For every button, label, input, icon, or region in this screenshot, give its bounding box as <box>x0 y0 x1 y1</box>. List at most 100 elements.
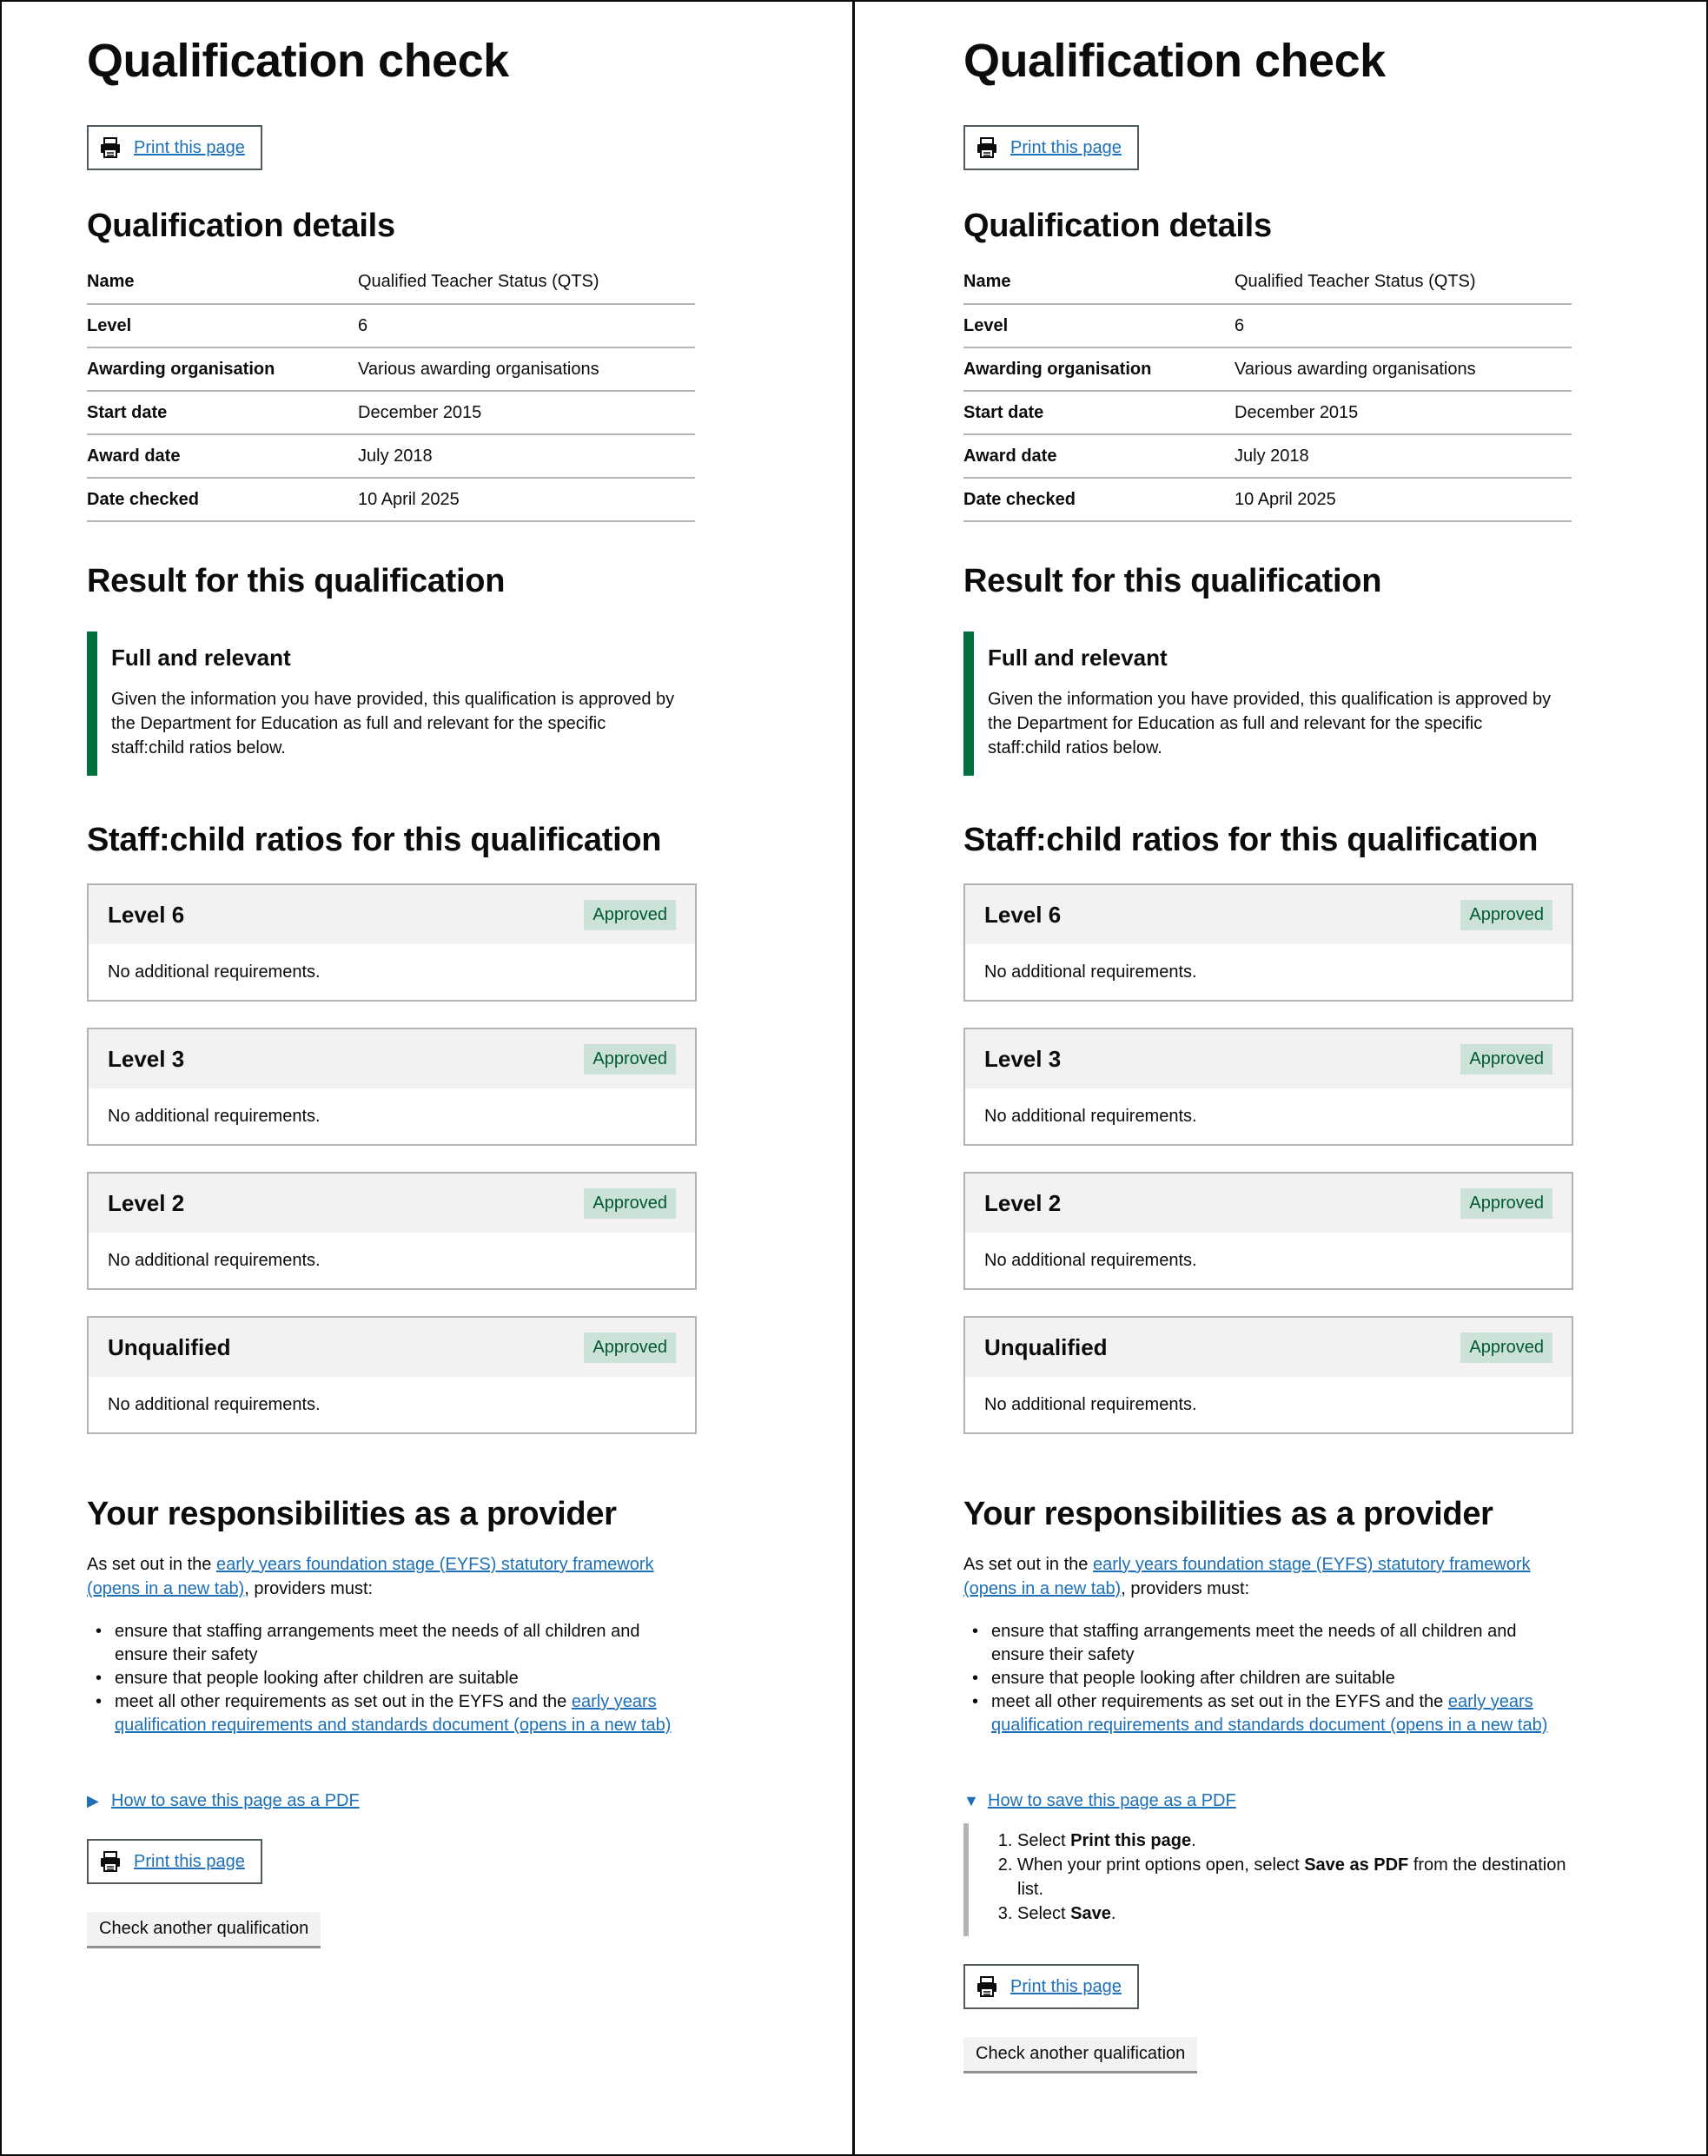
panel-divider <box>852 0 855 2156</box>
qualification-details-heading: Qualification details <box>963 208 1272 244</box>
print-page-button[interactable]: Print this page <box>963 125 1139 170</box>
print-page-button-bottom[interactable]: Print this page <box>963 1964 1139 2009</box>
table-row: Awarding organisation Various awarding or… <box>87 347 695 391</box>
ratio-card: Level 3 Approved No additional requirement… <box>87 1028 697 1146</box>
print-page-link[interactable]: Print this page <box>134 1852 245 1872</box>
detail-label: Start date <box>87 402 168 422</box>
result-heading: Result for this qualification <box>87 563 506 599</box>
detail-label: Awarding organisation <box>87 359 275 379</box>
result-inset: Full and relevant Given the information … <box>963 632 1572 776</box>
ratio-level: Level 6 <box>984 901 1062 928</box>
status-badge: Approved <box>584 1043 676 1075</box>
ratios-heading: Staff:child ratios for this qualificatio… <box>87 822 662 858</box>
print-page-link[interactable]: Print this page <box>1010 138 1122 158</box>
detail-label: Awarding organisation <box>963 359 1152 379</box>
result-title: Full and relevant <box>111 645 291 671</box>
ratio-note: No additional requirements. <box>984 962 1197 982</box>
responsibilities-list: ensure that staffing arrangements meet t… <box>963 1620 1572 1737</box>
list-item: meet all other requirements as set out i… <box>972 1690 1572 1737</box>
table-row: Start date December 2015 <box>87 391 695 434</box>
step-bold-text: Save as PDF <box>1304 1855 1409 1875</box>
detail-value: 6 <box>1235 315 1245 335</box>
ratio-note: No additional requirements. <box>108 1106 321 1126</box>
ratio-level: Level 6 <box>108 901 185 928</box>
detail-value: Qualified Teacher Status (QTS) <box>358 272 599 291</box>
ratio-note: No additional requirements. <box>984 1250 1197 1270</box>
intro-text-post: , providers must: <box>1121 1579 1250 1598</box>
ratio-card: Level 2 Approved No additional requirement… <box>87 1172 697 1290</box>
result-heading: Result for this qualification <box>963 563 1382 599</box>
status-badge: Approved <box>1460 899 1552 930</box>
responsibilities-intro: As set out in the early years foundation… <box>963 1552 1572 1601</box>
detail-value: July 2018 <box>1235 446 1309 466</box>
step-bold-text: Save <box>1070 1904 1111 1923</box>
bullet-text: meet all other requirements as set out i… <box>991 1692 1448 1711</box>
step-text: Select <box>1017 1904 1071 1923</box>
disclosure-arrow-icon: ▶ <box>87 1792 99 1809</box>
ratio-level: Level 2 <box>984 1189 1062 1216</box>
ratio-level: Unqualified <box>108 1333 231 1360</box>
result-inset: Full and relevant Given the information … <box>87 632 695 776</box>
step-text: . <box>1191 1831 1196 1850</box>
qualification-details-heading: Qualification details <box>87 208 395 244</box>
detail-label: Award date <box>963 446 1057 466</box>
detail-label: Name <box>963 272 1011 291</box>
detail-value: December 2015 <box>358 402 482 422</box>
print-page-button-bottom[interactable]: Print this page <box>87 1839 262 1884</box>
list-item: ensure that staffing arrangements meet t… <box>972 1620 1572 1667</box>
table-row: Name Qualified Teacher Status (QTS) <box>87 261 695 304</box>
status-badge: Approved <box>1460 1332 1552 1363</box>
printer-icon <box>976 136 998 159</box>
table-row: Level 6 <box>963 304 1572 347</box>
detail-label: Start date <box>963 402 1044 422</box>
detail-label: Award date <box>87 446 181 466</box>
save-pdf-summary-link[interactable]: How to save this page as a PDF <box>988 1791 1236 1811</box>
detail-value: Various awarding organisations <box>358 359 599 379</box>
table-row: Awarding organisation Various awarding or… <box>963 347 1572 391</box>
detail-label: Name <box>87 272 135 291</box>
table-row: Date checked 10 April 2025 <box>963 478 1572 521</box>
print-page-link[interactable]: Print this page <box>1010 1977 1122 1997</box>
qualification-details-table: Name Qualified Teacher Status (QTS) Level 6… <box>87 261 695 522</box>
result-body: Given the information you have provided,… <box>988 690 1552 757</box>
step-text: When your print options open, select <box>1017 1855 1305 1875</box>
status-badge: Approved <box>584 1187 676 1219</box>
ratio-card-header: Level 6 Approved <box>89 885 695 944</box>
detail-value: 10 April 2025 <box>358 489 460 509</box>
printer-icon <box>976 1975 998 1998</box>
ratio-list: Level 6 Approved No additional requirement… <box>87 883 852 1434</box>
table-row: Start date December 2015 <box>963 391 1572 434</box>
ratio-level: Level 2 <box>108 1189 185 1216</box>
check-another-qualification-button[interactable]: Check another qualification <box>87 1912 321 1948</box>
ratio-card-header: Unqualified Approved <box>89 1318 695 1377</box>
list-item: ensure that people looking after childre… <box>972 1667 1572 1690</box>
list-item: When your print options open, select Sav… <box>1017 1853 1572 1901</box>
result-title: Full and relevant <box>988 645 1168 671</box>
detail-value: 6 <box>358 315 368 335</box>
save-pdf-details-toggle[interactable]: ▶ How to save this page as a PDF <box>87 1791 852 1811</box>
check-another-qualification-button[interactable]: Check another qualification <box>963 2037 1198 2073</box>
detail-value: December 2015 <box>1235 402 1359 422</box>
panel-details-collapsed: Qualification check Print this page Qual… <box>0 0 852 2156</box>
print-page-link[interactable]: Print this page <box>134 138 245 158</box>
ratio-list: Level 6 Approved No additional requirement… <box>963 883 1708 1434</box>
step-text: . <box>1110 1904 1116 1923</box>
save-pdf-details-toggle[interactable]: ▼ How to save this page as a PDF <box>963 1791 1708 1811</box>
ratio-level: Level 3 <box>108 1045 185 1072</box>
panel-details-expanded: Qualification check Print this page Qual… <box>877 0 1708 2156</box>
intro-text-pre: As set out in the <box>87 1555 216 1574</box>
printer-icon <box>99 1850 122 1873</box>
ratio-level: Level 3 <box>984 1045 1062 1072</box>
list-item: Select Print this page. <box>1017 1829 1572 1853</box>
ratio-card-header: Level 3 Approved <box>965 1029 1572 1088</box>
save-pdf-summary-link[interactable]: How to save this page as a PDF <box>111 1791 360 1811</box>
print-page-button[interactable]: Print this page <box>87 125 262 170</box>
step-text: Select <box>1017 1831 1071 1850</box>
responsibilities-heading: Your responsibilities as a provider <box>87 1496 617 1532</box>
table-row: Award date July 2018 <box>87 434 695 478</box>
ratio-level: Unqualified <box>984 1333 1108 1360</box>
detail-label: Level <box>87 315 132 335</box>
status-badge: Approved <box>1460 1187 1552 1219</box>
detail-label: Date checked <box>963 489 1076 509</box>
ratio-note: No additional requirements. <box>108 1394 321 1414</box>
